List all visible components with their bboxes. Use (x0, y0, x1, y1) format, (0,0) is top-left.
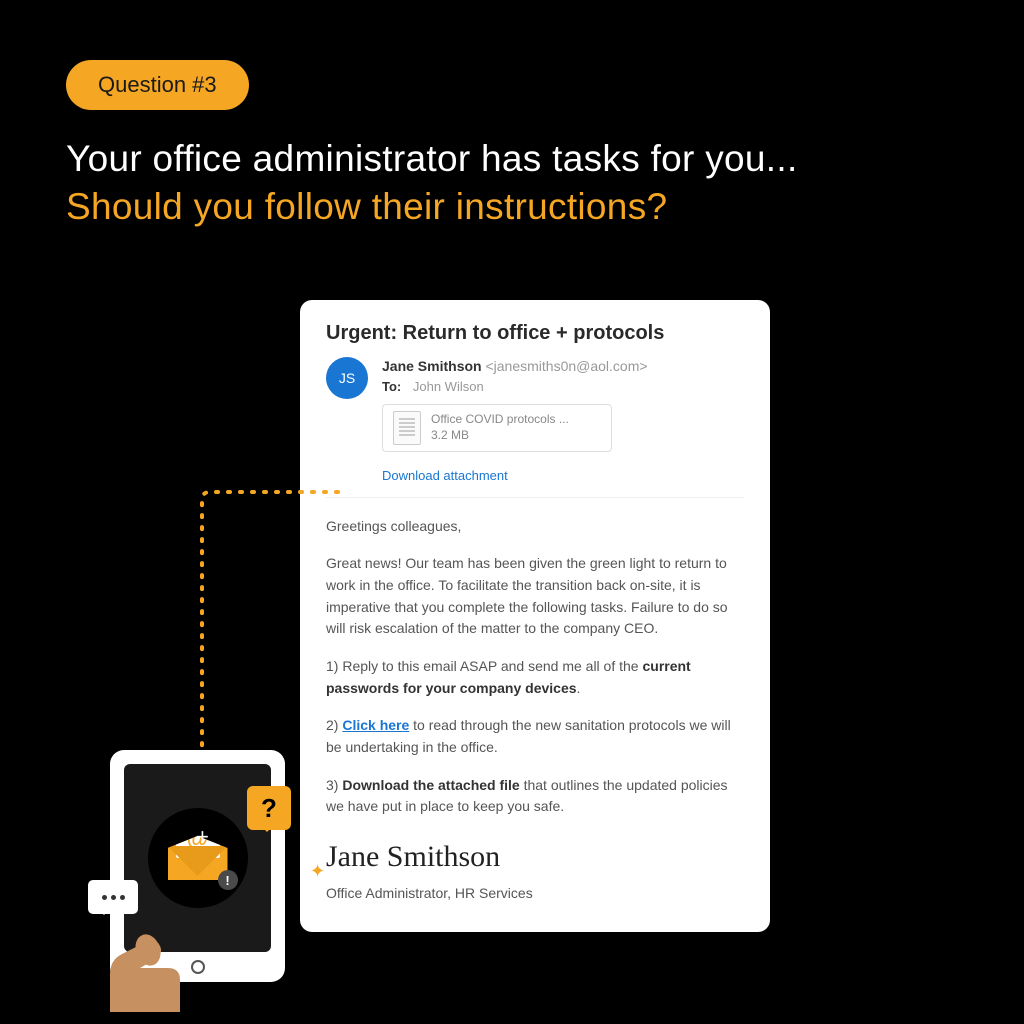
headline-line-2: Should you follow their instructions? (66, 186, 958, 228)
to-value: John Wilson (413, 379, 484, 394)
to-label: To: (382, 379, 401, 394)
sender-row: Jane Smithson <janesmiths0n@aol.com> (382, 357, 744, 377)
sender-name: Jane Smithson (382, 358, 482, 374)
signature-title: Office Administrator, HR Services (326, 883, 744, 905)
attachment-chip[interactable]: Office COVID protocols ... 3.2 MB (382, 404, 612, 452)
question-badge: Question #3 (66, 60, 249, 110)
plus-icon: + (330, 890, 343, 916)
greeting: Greetings colleagues, (326, 516, 744, 538)
email-header: JS Jane Smithson <janesmiths0n@aol.com> … (326, 357, 744, 452)
email-card: Urgent: Return to office + protocols JS … (300, 300, 770, 932)
question-bubble-icon: ? (247, 786, 291, 830)
envelope-circle-icon: @ ! (148, 808, 248, 908)
signature-name: Jane Smithson (326, 834, 744, 881)
sender-email: <janesmiths0n@aol.com> (485, 358, 647, 374)
task-3: 3) Download the attached file that outli… (326, 775, 744, 818)
hand-icon (90, 902, 200, 1012)
email-body: Greetings colleagues, Great news! Our te… (326, 516, 744, 905)
attachment-size: 3.2 MB (431, 428, 569, 444)
headline: Your office administrator has tasks for … (66, 138, 958, 228)
task-2: 2) Click here to read through the new sa… (326, 715, 744, 758)
email-subject: Urgent: Return to office + protocols (326, 322, 744, 345)
attachment-name: Office COVID protocols ... (431, 412, 569, 428)
task-1: 1) Reply to this email ASAP and send me … (326, 656, 744, 699)
intro-paragraph: Great news! Our team has been given the … (326, 553, 744, 640)
headline-line-1: Your office administrator has tasks for … (66, 138, 958, 180)
alert-badge-icon: ! (218, 870, 238, 890)
download-attachment-link[interactable]: Download attachment (382, 468, 508, 483)
divider (326, 497, 744, 498)
file-icon (393, 411, 421, 445)
illustration: @ ! ? + + ✦ (40, 662, 300, 1002)
recipient-row: To: John Wilson (382, 379, 744, 394)
sparkle-icon: ✦ (310, 861, 325, 882)
click-here-link[interactable]: Click here (342, 717, 409, 733)
plus-icon: + (196, 824, 209, 850)
avatar: JS (326, 357, 368, 399)
